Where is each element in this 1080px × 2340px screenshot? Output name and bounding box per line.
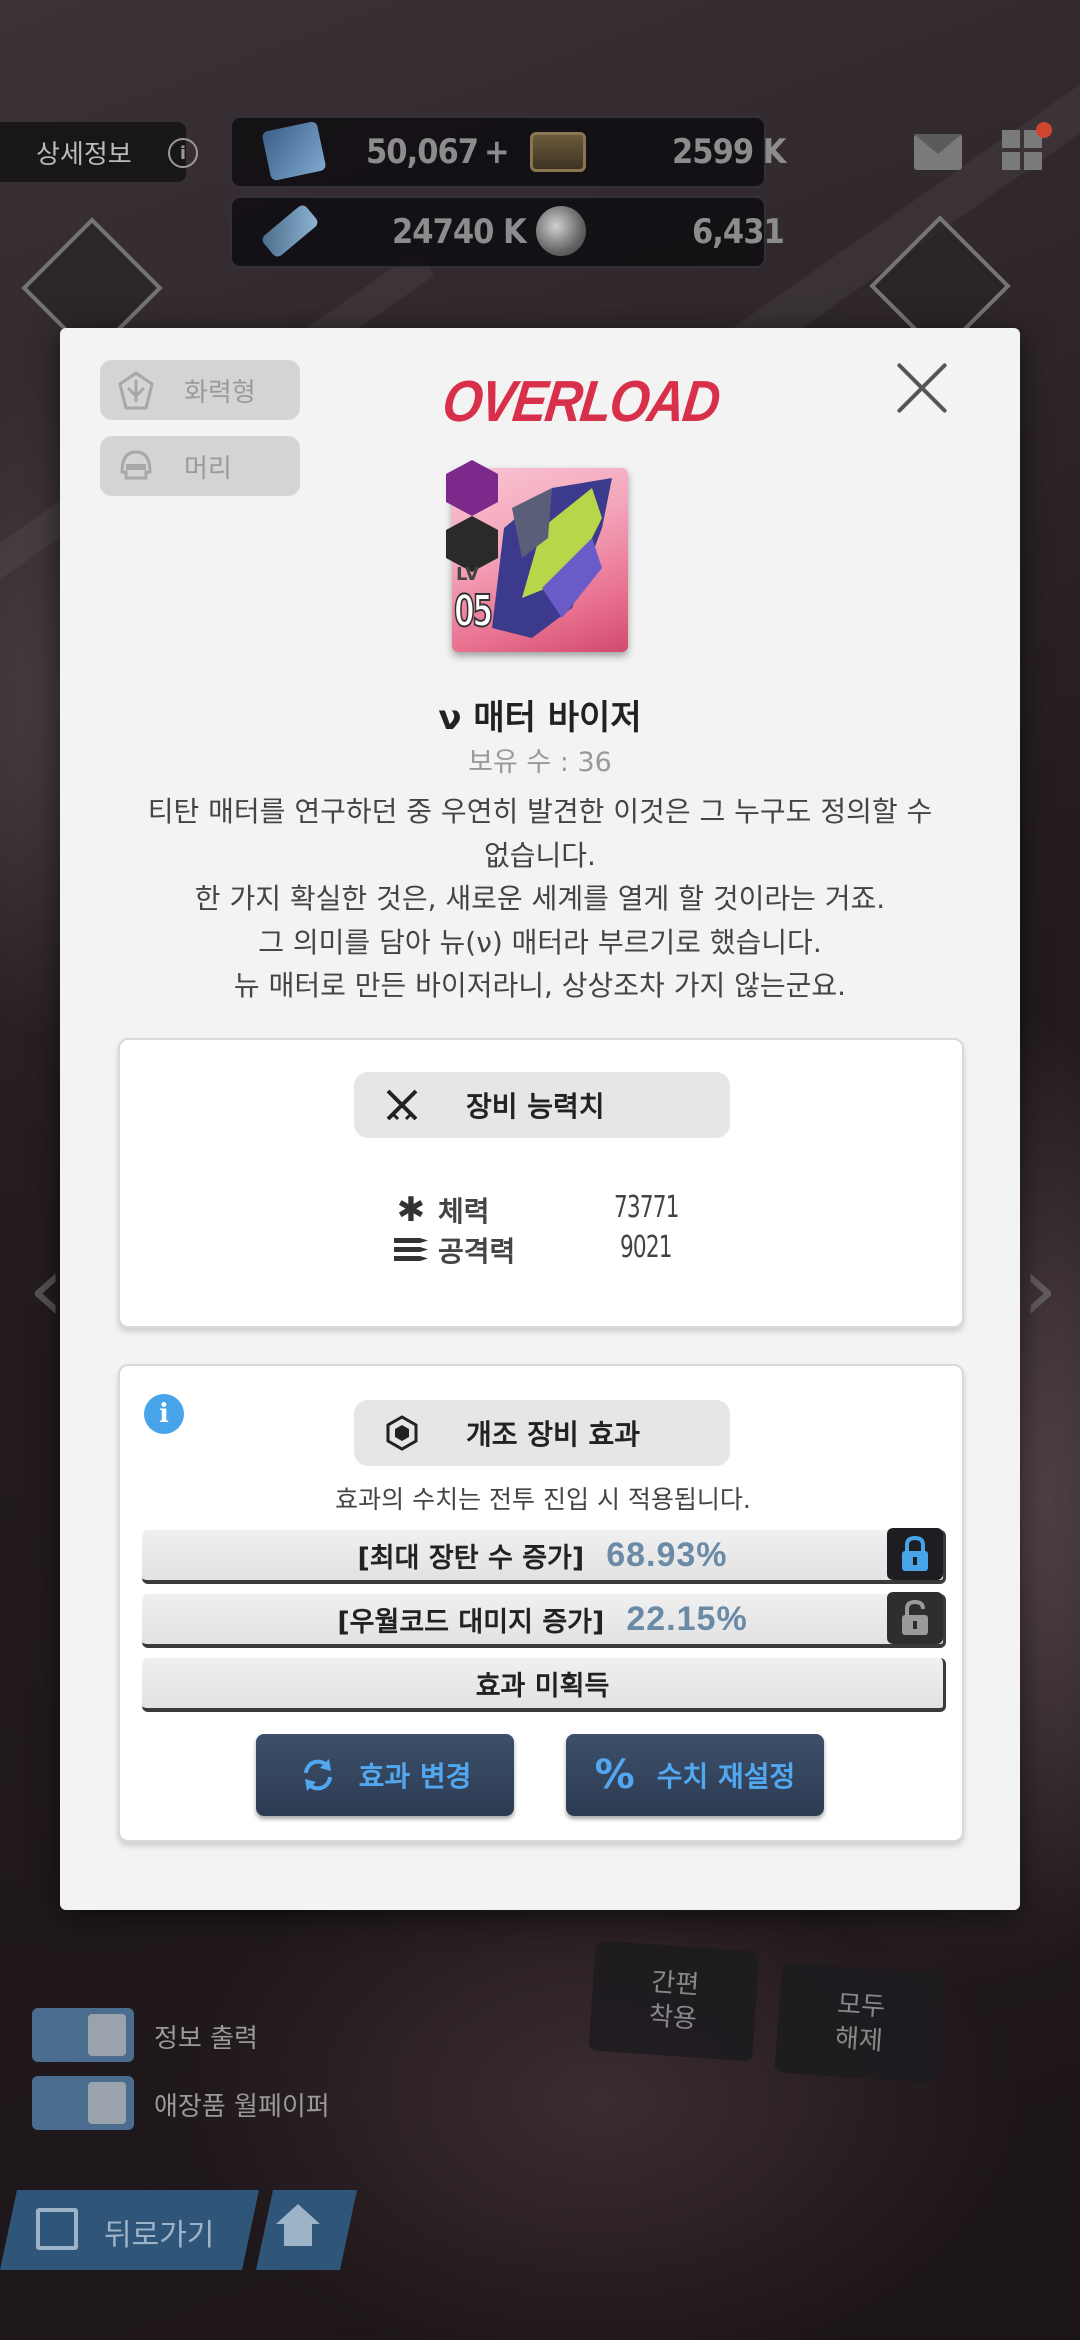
stat-value-atk: 9021 — [620, 1230, 673, 1265]
quick-equip-line1: 간편 — [650, 1967, 701, 2001]
gem-amount: 50,067 — [366, 132, 479, 172]
credit-amount: 2599 K — [672, 132, 786, 172]
close-icon[interactable] — [892, 358, 952, 418]
back-label: 뒤로가기 — [104, 2218, 215, 2253]
notification-dot — [1036, 122, 1052, 138]
unequip-all-button[interactable]: 모두 해제 — [774, 1962, 946, 2084]
item-owned-count: 보유 수 : 36 — [468, 747, 612, 778]
quick-equip-button[interactable]: 간편 착용 — [588, 1940, 760, 2062]
stat-label-atk: 공격력 — [438, 1235, 516, 1268]
reset-value-button[interactable]: % 수치 재설정 — [566, 1734, 824, 1816]
description-line: 없습니다. — [484, 838, 596, 872]
stat-label-hp: 체력 — [438, 1195, 490, 1228]
stat-row-hp: ✱ 체력 — [394, 1190, 490, 1230]
orb-amount: 6,431 — [692, 212, 785, 252]
effect-value: 68.93% — [606, 1535, 728, 1574]
effect-slot-1[interactable]: [최대 장탄 수 증가] 68.93% — [142, 1528, 946, 1584]
next-arrow-icon[interactable]: › — [1022, 1240, 1062, 1340]
percent-icon: % — [594, 1752, 635, 1798]
credit-currency-value: 2599 K — [672, 122, 786, 182]
type-tag-label: 화력형 — [184, 377, 256, 408]
home-icon — [276, 2204, 320, 2246]
unequip-line1: 모두 — [836, 1989, 887, 2023]
effect-slot-2[interactable]: [우월코드 대미지 증가] 22.15% — [142, 1592, 946, 1648]
stats-panel-title: 장비 능력치 — [466, 1090, 605, 1123]
info-icon[interactable]: i — [168, 138, 198, 168]
item-description: 티탄 매터를 연구하던 중 우연히 발견한 이것은 그 누구도 정의할 수 없습… — [130, 790, 950, 1008]
wallpaper-label: 애장품 월페이퍼 — [154, 2092, 330, 2122]
wallpaper-toggle[interactable] — [32, 2076, 134, 2130]
slot-tag-label: 머리 — [184, 453, 232, 484]
mod-panel-header: 개조 장비 효과 — [354, 1400, 730, 1466]
reset-value-label: 수치 재설정 — [656, 1760, 796, 1793]
stat-row-atk: 공격력 — [394, 1230, 515, 1270]
equipment-stats-panel: 장비 능력치 ✱ 체력 73771 공격력 9021 — [118, 1038, 964, 1328]
description-line: 그 의미를 담아 뉴(ν) 매터라 부르기로 했습니다. — [258, 925, 822, 959]
level-label: LV — [456, 564, 479, 585]
detail-info-tab[interactable]: 상세정보 — [0, 122, 186, 182]
credit-currency-icon — [530, 132, 586, 172]
crossed-swords-icon — [382, 1085, 422, 1125]
level-value: 05 — [453, 585, 494, 638]
quick-equip-line2: 착용 — [647, 2001, 698, 2035]
lock-open-icon[interactable] — [887, 1592, 943, 1644]
item-name: ν 매터 바이저 — [438, 698, 642, 738]
description-line: 뉴 매터로 만든 바이저라니, 상상조차 가지 않는군요. — [233, 969, 847, 1002]
exit-icon — [36, 2208, 78, 2250]
orb-currency-value: 6,431 — [692, 202, 785, 262]
slot-tag: 머리 — [100, 436, 300, 496]
effect-slot-3[interactable]: 효과 미획득 — [142, 1658, 946, 1712]
mod-gear-icon — [382, 1413, 422, 1453]
ammo-icon — [394, 1236, 428, 1264]
info-display-toggle[interactable] — [32, 2008, 134, 2062]
info-glyph: i — [159, 1399, 169, 1429]
description-line: 티탄 매터를 연구하던 중 우연히 발견한 이것은 그 누구도 정의할 수 — [147, 795, 933, 828]
change-effect-label: 효과 변경 — [358, 1760, 472, 1793]
mail-icon[interactable] — [914, 134, 962, 170]
refresh-icon — [299, 1756, 337, 1794]
effect-label: 효과 미획득 — [475, 1670, 610, 1702]
stat-value-hp: 73771 — [614, 1190, 679, 1225]
core-currency-value: 24740 K — [392, 202, 527, 262]
orb-currency-icon — [536, 206, 586, 256]
type-tag: 화력형 — [100, 360, 300, 420]
lock-closed-icon[interactable] — [887, 1528, 943, 1580]
description-line: 한 가지 확실한 것은, 새로운 세계를 열게 할 것이라는 거죠. — [194, 882, 886, 915]
effect-label: [우월코드 대미지 증가] — [337, 1606, 605, 1638]
gem-currency-value: 50,067 + — [366, 122, 510, 182]
info-display-label: 정보 출력 — [154, 2024, 258, 2054]
change-effect-button[interactable]: 효과 변경 — [256, 1734, 514, 1816]
firepower-icon — [114, 368, 158, 412]
effect-value: 22.15% — [626, 1599, 748, 1638]
helmet-icon — [114, 444, 158, 488]
effect-label: [최대 장탄 수 증가] — [357, 1542, 585, 1574]
gem-add-button[interactable]: + — [484, 132, 510, 172]
mod-panel-title: 개조 장비 효과 — [466, 1418, 641, 1451]
detail-info-label: 상세정보 — [36, 139, 132, 170]
equipment-detail-modal: 화력형 머리 OVERLOAD LV 05 ν 매터 바이저 보유 수 : 36… — [60, 328, 1020, 1910]
stats-panel-header: 장비 능력치 — [354, 1072, 730, 1138]
info-icon-glyph: i — [179, 142, 187, 164]
mod-effect-panel: i 개조 장비 효과 효과의 수치는 전투 진입 시 적용됩니다. [최대 장탄… — [118, 1364, 964, 1842]
mod-note: 효과의 수치는 전투 진입 시 적용됩니다. — [335, 1485, 751, 1514]
core-amount: 24740 K — [392, 212, 527, 252]
info-icon[interactable]: i — [144, 1394, 184, 1434]
asterisk-icon: ✱ — [396, 1190, 426, 1230]
unequip-line2: 해제 — [833, 2023, 884, 2057]
menu-grid-icon[interactable] — [1002, 130, 1042, 170]
overload-title: OVERLOAD — [439, 369, 723, 434]
